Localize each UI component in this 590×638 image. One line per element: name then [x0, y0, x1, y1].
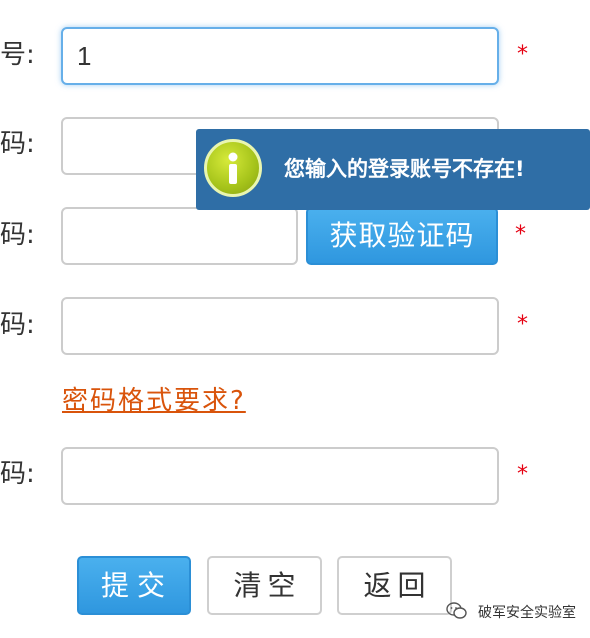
- new-password-input[interactable]: [61, 297, 499, 355]
- account-required-mark: *: [517, 42, 528, 67]
- confirm-password-input[interactable]: [61, 447, 499, 505]
- clear-button[interactable]: 清空: [207, 556, 322, 615]
- watermark: 破军安全实验室: [445, 602, 576, 624]
- watermark-text: 破军安全实验室: [478, 605, 576, 621]
- tooltip-message: 您输入的登录账号不存在!: [284, 157, 525, 181]
- verify-code-input[interactable]: [61, 207, 298, 265]
- account-label: 号:: [0, 40, 35, 70]
- error-tooltip: 您输入的登录账号不存在!: [196, 129, 590, 210]
- get-code-button[interactable]: 获取验证码: [306, 207, 498, 265]
- register-form-page: 号: 1 * 码: 码: 获取验证码 * 码: * 密码格式要求? 码: * 提…: [0, 0, 590, 638]
- new-password-label: 码:: [0, 310, 35, 340]
- wechat-icon: [445, 602, 468, 624]
- confirm-password-label: 码:: [0, 459, 35, 489]
- verify-required-mark: *: [515, 222, 526, 247]
- account-input[interactable]: 1: [61, 27, 499, 85]
- confirm-required-mark: *: [517, 462, 528, 487]
- info-icon: [204, 139, 262, 197]
- password-rule-link[interactable]: 密码格式要求?: [62, 380, 246, 417]
- password-label: 码:: [0, 129, 35, 159]
- back-button[interactable]: 返回: [337, 556, 452, 615]
- new-password-required-mark: *: [517, 312, 528, 337]
- submit-button[interactable]: 提交: [77, 556, 191, 615]
- verify-code-label: 码:: [0, 220, 35, 250]
